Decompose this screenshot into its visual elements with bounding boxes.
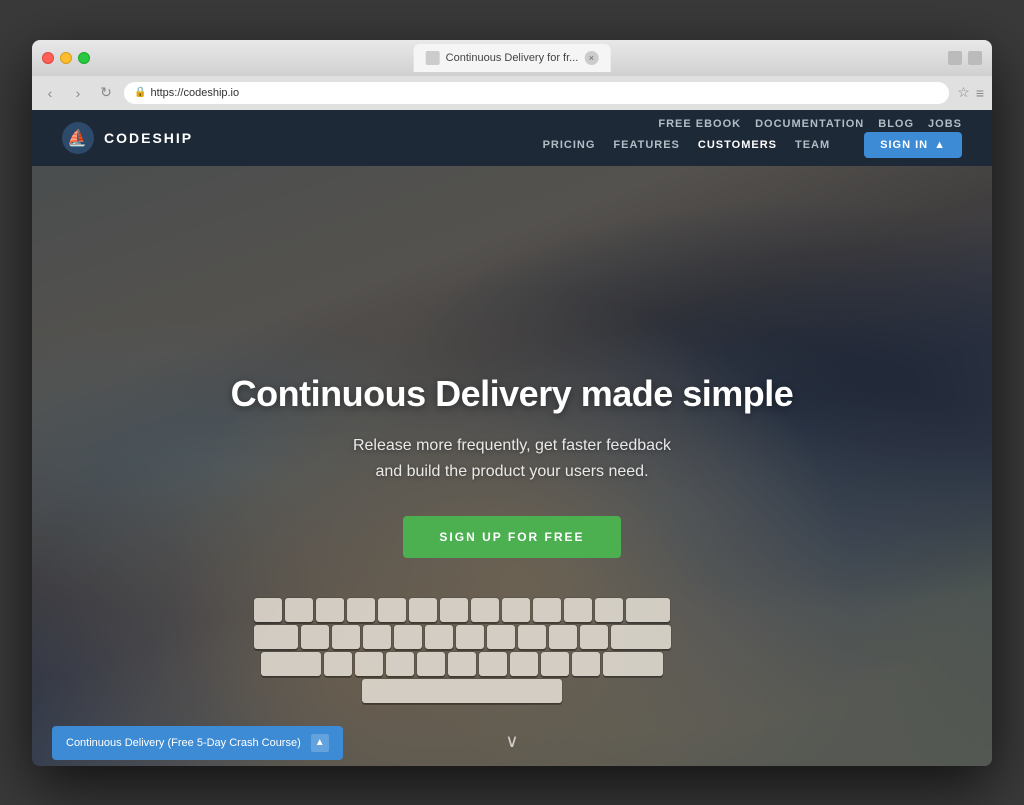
signup-button[interactable]: SIGN UP FOR FREE [403, 516, 620, 558]
nav-link-docs[interactable]: DOCUMENTATION [755, 118, 864, 130]
browser-titlebar: Continuous Delivery for fr... × [32, 40, 992, 76]
browser-actions: ☆ ≡ [957, 84, 984, 101]
signin-user-icon: ▲ [934, 139, 946, 151]
back-button[interactable]: ‹ [40, 83, 60, 103]
forward-button[interactable]: › [68, 83, 88, 103]
key [549, 625, 577, 649]
key [626, 598, 670, 622]
key [541, 652, 569, 676]
key [386, 652, 414, 676]
signin-label: SIGN IN [880, 139, 928, 151]
browser-window: Continuous Delivery for fr... × ‹ › ↻ 🔒 … [32, 40, 992, 766]
keyboard-art [132, 598, 792, 706]
traffic-lights [42, 52, 90, 64]
key [301, 625, 329, 649]
tab-favicon [426, 51, 440, 65]
tab-close-button[interactable]: × [584, 51, 598, 65]
spacebar-key [362, 679, 562, 703]
key [564, 598, 592, 622]
key [285, 598, 313, 622]
course-pill-arrow-icon: ▲ [311, 734, 329, 752]
key [487, 625, 515, 649]
key [254, 598, 282, 622]
key [261, 652, 321, 676]
logo-icon: ⛵ [62, 122, 94, 154]
nav-link-jobs[interactable]: JOBS [928, 118, 962, 130]
course-pill-label: Continuous Delivery (Free 5-Day Crash Co… [66, 737, 301, 749]
browser-addressbar: ‹ › ↻ 🔒 https://codeship.io ☆ ≡ [32, 76, 992, 110]
nav-link-customers[interactable]: CUSTOMERS [698, 139, 777, 151]
key [533, 598, 561, 622]
window-profile-icon [968, 51, 982, 65]
key [572, 652, 600, 676]
nav-top-row: FREE EBOOK DOCUMENTATION BLOG JOBS [658, 118, 962, 130]
course-pill[interactable]: Continuous Delivery (Free 5-Day Crash Co… [52, 726, 343, 760]
nav-links-container: FREE EBOOK DOCUMENTATION BLOG JOBS PRICI… [543, 118, 962, 158]
hero-section: Continuous Delivery made simple Release … [32, 166, 992, 766]
key [518, 625, 546, 649]
key [595, 598, 623, 622]
nav-link-ebook[interactable]: FREE EBOOK [658, 118, 741, 130]
key [456, 625, 484, 649]
hero-title: Continuous Delivery made simple [231, 373, 794, 415]
bottom-bar: Continuous Delivery (Free 5-Day Crash Co… [32, 720, 992, 766]
nav-main-row: PRICING FEATURES CUSTOMERS TEAM SIGN IN … [543, 132, 962, 158]
key [440, 598, 468, 622]
nav-link-blog[interactable]: BLOG [878, 118, 914, 130]
url-text: https://codeship.io [150, 87, 239, 99]
tab-title: Continuous Delivery for fr... [446, 52, 579, 64]
key [355, 652, 383, 676]
bookmark-icon[interactable]: ☆ [957, 84, 970, 101]
logo-text: CODESHIP [104, 130, 193, 146]
signin-button[interactable]: SIGN IN ▲ [864, 132, 962, 158]
minimize-button[interactable] [60, 52, 72, 64]
key [332, 625, 360, 649]
nav-link-team[interactable]: TEAM [795, 139, 830, 151]
key [347, 598, 375, 622]
key [378, 598, 406, 622]
website-content: ⛵ CODESHIP FREE EBOOK DOCUMENTATION BLOG… [32, 110, 992, 766]
key [417, 652, 445, 676]
hero-subtitle: Release more frequently, get faster feed… [231, 433, 794, 484]
key [425, 625, 453, 649]
browser-menu-icon[interactable]: ≡ [976, 85, 984, 101]
browser-tab[interactable]: Continuous Delivery for fr... × [414, 44, 611, 72]
key [409, 598, 437, 622]
address-bar[interactable]: 🔒 https://codeship.io [124, 82, 949, 104]
window-controls-right [948, 51, 982, 65]
window-resize-icon [948, 51, 962, 65]
key [363, 625, 391, 649]
key [603, 652, 663, 676]
key [502, 598, 530, 622]
nav-link-features[interactable]: FEATURES [613, 139, 679, 151]
hero-subtitle-line1: Release more frequently, get faster feed… [353, 437, 671, 454]
hero-content: Continuous Delivery made simple Release … [231, 373, 794, 558]
site-logo[interactable]: ⛵ CODESHIP [62, 122, 193, 154]
maximize-button[interactable] [78, 52, 90, 64]
key [611, 625, 671, 649]
key [394, 625, 422, 649]
key [471, 598, 499, 622]
tab-bar: Continuous Delivery for fr... × [414, 44, 611, 72]
key [316, 598, 344, 622]
key [448, 652, 476, 676]
key [510, 652, 538, 676]
site-nav: ⛵ CODESHIP FREE EBOOK DOCUMENTATION BLOG… [32, 110, 992, 166]
ssl-lock-icon: 🔒 [134, 87, 146, 98]
key [324, 652, 352, 676]
key [254, 625, 298, 649]
close-button[interactable] [42, 52, 54, 64]
key [479, 652, 507, 676]
hero-subtitle-line2: and build the product your users need. [375, 463, 648, 480]
nav-link-pricing[interactable]: PRICING [543, 139, 596, 151]
key [580, 625, 608, 649]
refresh-button[interactable]: ↻ [96, 83, 116, 103]
